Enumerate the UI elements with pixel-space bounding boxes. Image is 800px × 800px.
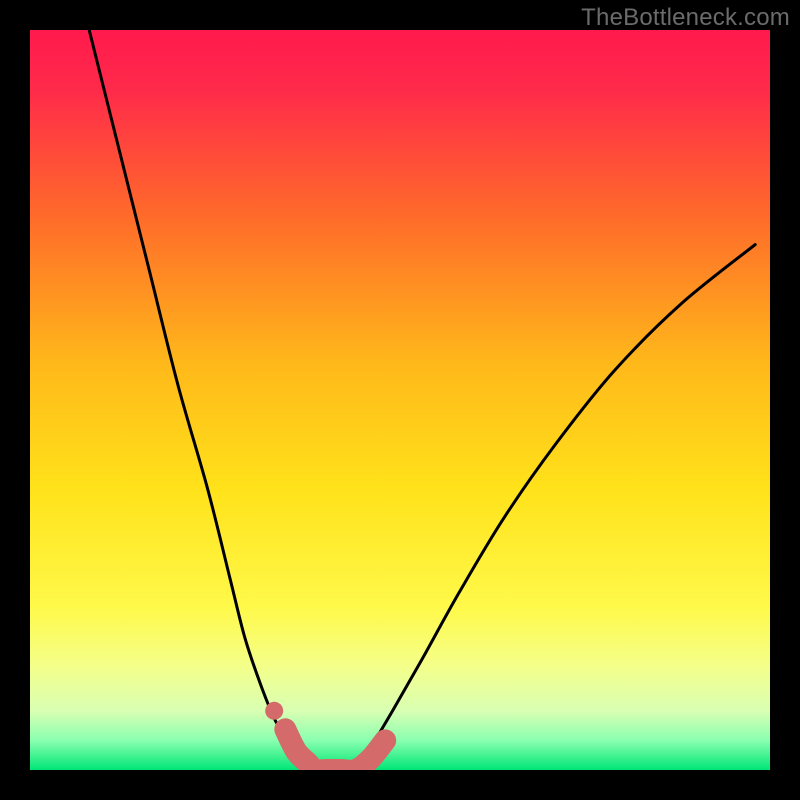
chart-container: TheBottleneck.com xyxy=(0,0,800,800)
gradient-background xyxy=(30,30,770,770)
highlight-dot xyxy=(265,702,283,720)
chart-svg xyxy=(30,30,770,770)
plot-area xyxy=(30,30,770,770)
watermark-text: TheBottleneck.com xyxy=(581,4,790,32)
